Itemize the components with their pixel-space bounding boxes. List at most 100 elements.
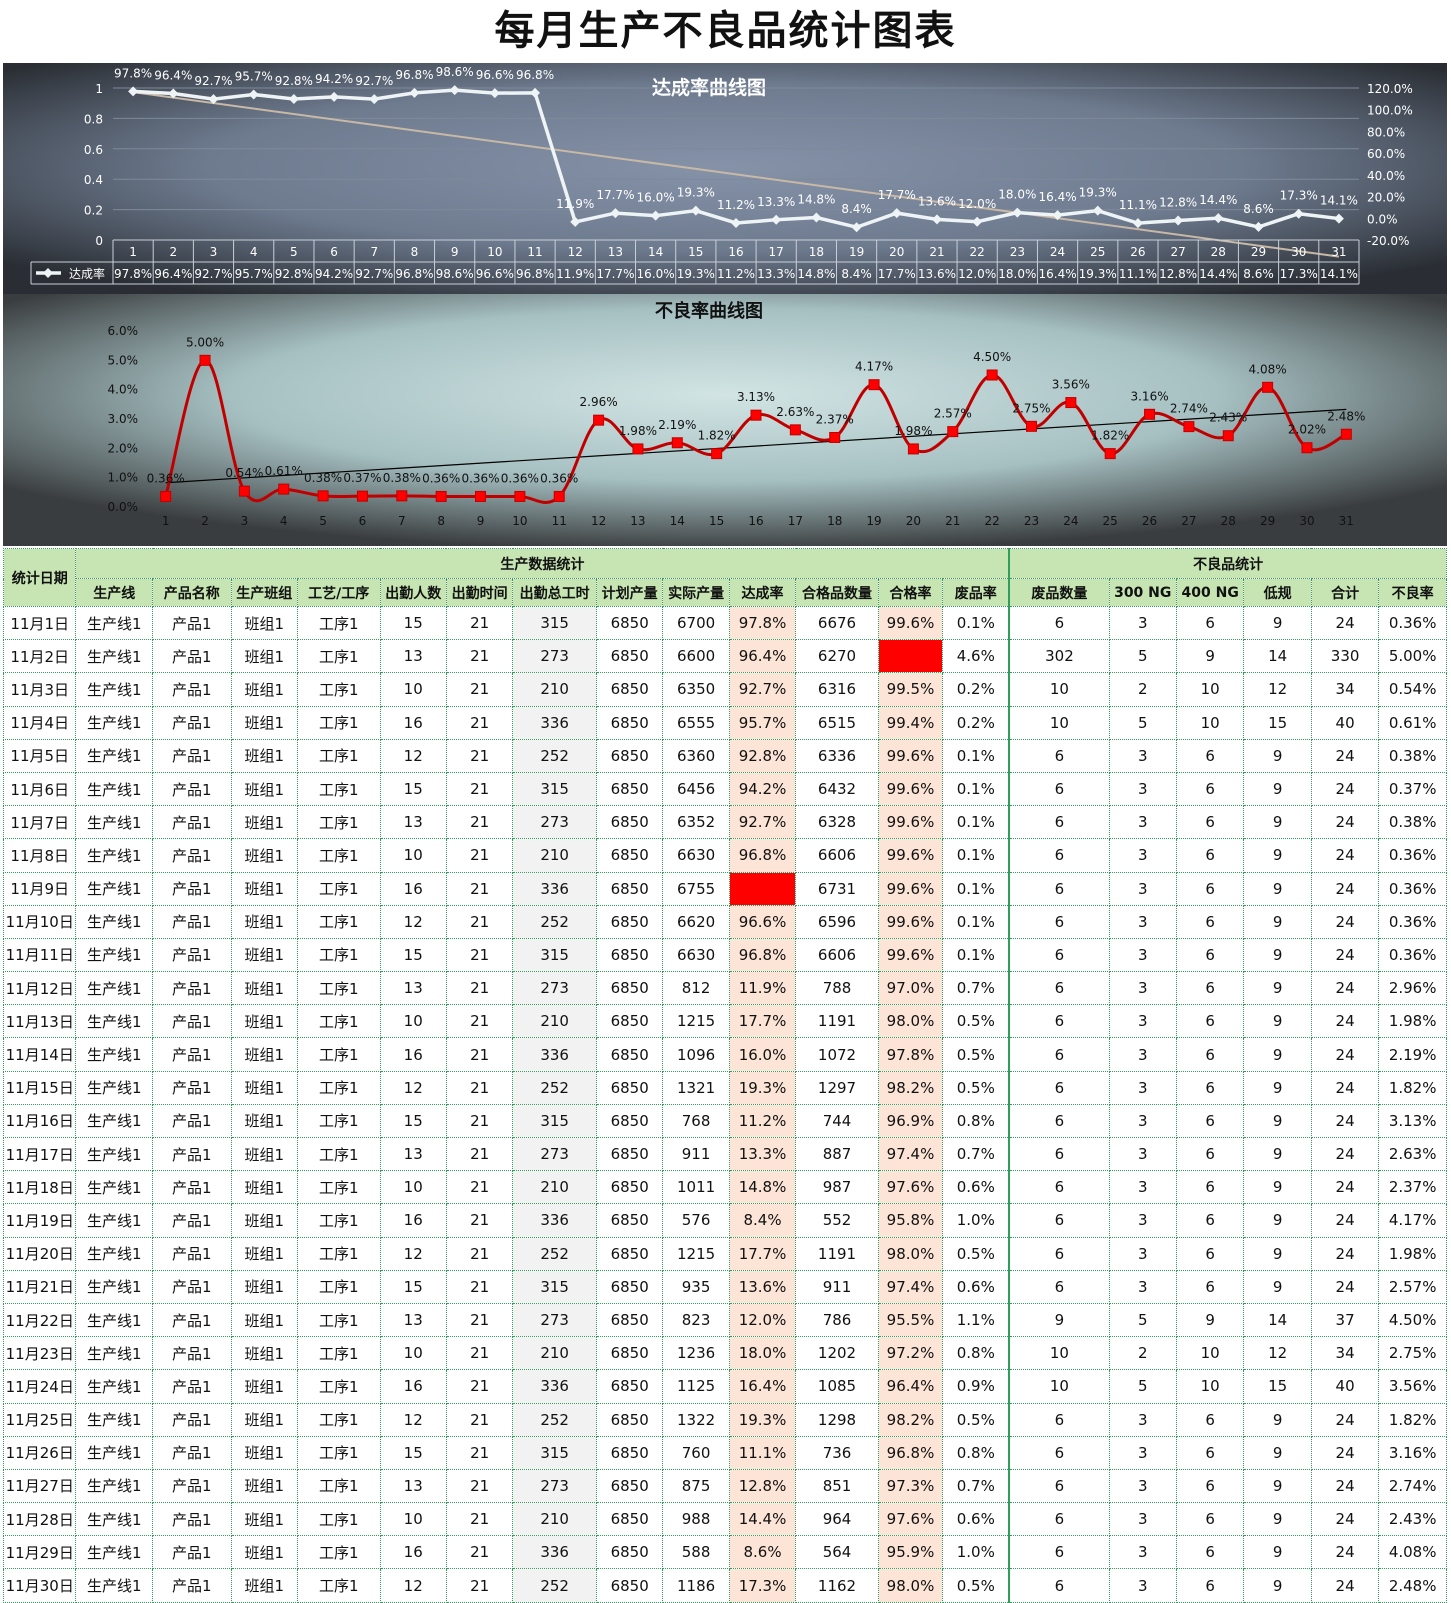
chart1-x-tick-label: 12 bbox=[568, 245, 583, 259]
chart2-point bbox=[750, 409, 762, 421]
chart1-y2-tick-label: 60.0% bbox=[1367, 147, 1405, 161]
table-cell: 6850 bbox=[595, 1468, 664, 1504]
table-cell: 生产线1 bbox=[75, 805, 153, 840]
table-cell: 336 bbox=[512, 871, 597, 906]
chart1-table-value: 18.0% bbox=[998, 267, 1036, 281]
table-cell: 3 bbox=[1108, 771, 1177, 807]
table-cell: 0.38% bbox=[1378, 738, 1447, 773]
table-cell: 92.8% bbox=[728, 738, 797, 773]
table-cell: 12 bbox=[379, 1070, 447, 1105]
chart2-x-tick-label: 21 bbox=[945, 514, 960, 528]
table-cell: 16.0% bbox=[728, 1037, 797, 1072]
table-cell: 11月3日 bbox=[2, 672, 77, 707]
table-cell: 工序1 bbox=[296, 672, 381, 707]
table-row: 11月24日 生产线1 产品1 班组1 工序1 16 21 336 6850 1125 16.4% 1… bbox=[2, 1369, 1447, 1404]
table-cell: 97.3% bbox=[877, 1468, 944, 1504]
table-cell: 1191 bbox=[795, 1004, 879, 1039]
table-cell: 1.82% bbox=[1378, 1070, 1447, 1105]
chart1-x-tick-label: 23 bbox=[1010, 245, 1025, 259]
chart1-x-tick-label: 25 bbox=[1090, 245, 1105, 259]
table-cell: 21 bbox=[445, 1269, 514, 1304]
chart1-x-tick-label: 13 bbox=[608, 245, 623, 259]
chart2-point bbox=[238, 485, 250, 497]
chart1-table-value: 19.3% bbox=[677, 267, 715, 281]
table-cell: 13.6% bbox=[728, 1269, 797, 1304]
chart1-data-label: 8.6% bbox=[1243, 202, 1274, 216]
table-cell: 5 bbox=[1108, 1302, 1177, 1338]
chart1-data-label: 17.7% bbox=[596, 188, 634, 202]
table-cell: 工序1 bbox=[296, 1502, 381, 1537]
table-cell: 产品1 bbox=[152, 1037, 232, 1072]
chart2-x-tick-label: 2 bbox=[201, 514, 209, 528]
table-cell: 13 bbox=[379, 1302, 447, 1338]
table-cell: 生产线1 bbox=[75, 1070, 153, 1105]
table-cell: 21 bbox=[445, 871, 514, 906]
table-cell: 6 bbox=[1008, 1236, 1110, 1271]
table-cell: 0.1% bbox=[942, 871, 1010, 906]
chart2-data-label: 0.36% bbox=[461, 471, 499, 485]
table-row: 11月15日 生产线1 产品1 班组1 工序1 12 21 252 6850 1321 19.3% 1… bbox=[2, 1070, 1447, 1105]
chart1-table-value: 17.7% bbox=[878, 267, 916, 281]
table-cell: 21 bbox=[445, 1402, 514, 1437]
table-cell: 班组1 bbox=[230, 1037, 298, 1072]
table-cell: 2.57% bbox=[1378, 1269, 1447, 1304]
table-cell: 产品1 bbox=[152, 871, 232, 906]
table-cell: 21 bbox=[445, 672, 514, 707]
table-cell: 4.08% bbox=[1378, 1535, 1447, 1570]
table-cell: 3 bbox=[1108, 1070, 1177, 1105]
table-cell: 工序1 bbox=[296, 805, 381, 840]
chart1-x-tick-label: 21 bbox=[929, 245, 944, 259]
table-cell: 6850 bbox=[595, 1302, 664, 1338]
table-cell: 8.4% bbox=[728, 1203, 797, 1238]
table-cell: 99.6% bbox=[877, 904, 944, 939]
chart2-title: 不良率曲线图 bbox=[655, 300, 763, 322]
table-cell: 6 bbox=[1008, 838, 1110, 873]
table-cell: 21 bbox=[445, 1004, 514, 1039]
table-cell: 24 bbox=[1310, 1568, 1380, 1603]
table-cell: 210 bbox=[512, 1336, 597, 1371]
chart2-y-tick-label: 1.0% bbox=[108, 471, 139, 485]
chart1-data-label: 11.2% bbox=[717, 198, 755, 212]
table-cell: 273 bbox=[512, 1302, 597, 1338]
column-header: 出勤总工时 bbox=[512, 578, 597, 607]
table-cell: 97.4% bbox=[877, 1136, 944, 1172]
column-header: 400 NG bbox=[1175, 578, 1245, 607]
chart1-table-value: 19.3% bbox=[1079, 267, 1117, 281]
table-cell: 2 bbox=[1108, 1336, 1177, 1371]
table-cell: 产品1 bbox=[152, 805, 232, 840]
chart2-point bbox=[789, 424, 801, 436]
table-cell: 99.6% bbox=[877, 805, 944, 840]
chart1-x-tick-label: 11 bbox=[527, 245, 542, 259]
chart2-data-label: 2.96% bbox=[580, 395, 618, 409]
table-cell: 3 bbox=[1108, 1269, 1177, 1304]
table-cell: 产品1 bbox=[152, 904, 232, 939]
table-cell: 11月13日 bbox=[2, 1004, 77, 1039]
table-cell: 产品1 bbox=[152, 1170, 232, 1205]
table-cell: 9 bbox=[1243, 1236, 1312, 1271]
table-cell: 24 bbox=[1310, 605, 1380, 641]
table-cell: 11月28日 bbox=[2, 1502, 77, 1537]
table-cell: 11月11日 bbox=[2, 937, 77, 973]
header-group-production: 生产数据统计 bbox=[75, 548, 1010, 579]
table-cell: 生产线1 bbox=[75, 1468, 153, 1504]
table-cell: 11月16日 bbox=[2, 1103, 77, 1139]
table-cell: 1215 bbox=[662, 1236, 730, 1271]
table-cell: 14.4% bbox=[728, 1502, 797, 1537]
table-cell: 24 bbox=[1310, 1203, 1380, 1238]
table-cell: 21 bbox=[445, 605, 514, 641]
table-cell: 9 bbox=[1008, 1302, 1110, 1338]
table-cell: 10 bbox=[379, 1170, 447, 1205]
table-cell: 24 bbox=[1310, 1502, 1380, 1537]
table-cell: 工序1 bbox=[296, 1468, 381, 1504]
chart2-x-tick-label: 24 bbox=[1063, 514, 1078, 528]
table-cell: 6606 bbox=[795, 838, 879, 873]
table-cell: 12 bbox=[1243, 672, 1312, 707]
table-cell: 班组1 bbox=[230, 705, 298, 740]
chart1-legend-label: 达成率 bbox=[69, 266, 105, 281]
table-cell: 16 bbox=[379, 705, 447, 740]
table-row: 11月1日 生产线1 产品1 班组1 工序1 15 21 315 6850 6700 97.8% 66… bbox=[2, 605, 1447, 641]
table-cell: 产品1 bbox=[152, 1369, 232, 1404]
achievement-rate-chart: 达成率曲线图 00.20.40.60.81-20.0%0.0%20.0%40.0… bbox=[3, 63, 1447, 294]
table-cell: 6352 bbox=[662, 805, 730, 840]
table-cell: 10 bbox=[1008, 1336, 1110, 1371]
